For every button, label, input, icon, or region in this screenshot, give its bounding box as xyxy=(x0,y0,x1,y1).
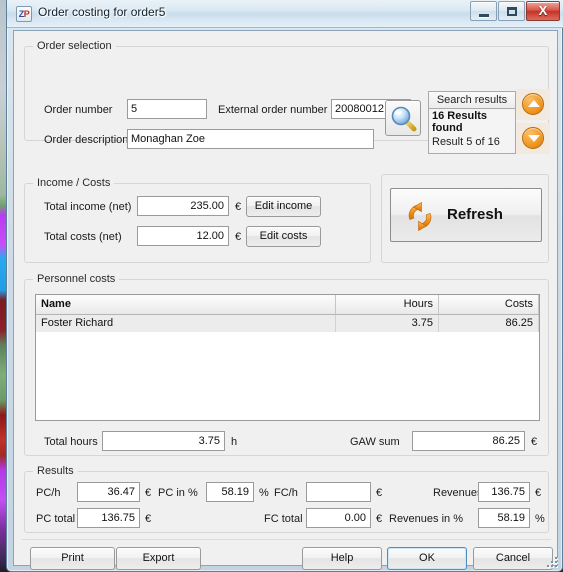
minimize-button[interactable] xyxy=(470,1,497,21)
fc-total-input xyxy=(306,508,371,528)
pc-per-hour-label: PC/h xyxy=(36,487,61,499)
up-triangle xyxy=(528,100,540,107)
total-income-label: Total income (net) xyxy=(44,201,132,213)
income-costs-group: Income / Costs xyxy=(24,177,371,263)
fc-per-hour-unit: € xyxy=(376,487,383,499)
cell-hours: 3.75 xyxy=(336,315,439,332)
edit-costs-button[interactable]: Edit costs xyxy=(246,226,321,247)
total-hours-unit: h xyxy=(231,436,238,448)
column-header-name[interactable]: Name xyxy=(36,295,336,315)
pc-per-hour-unit: € xyxy=(145,487,152,499)
zp-app-icon: ZP xyxy=(16,6,32,22)
resize-grip[interactable] xyxy=(546,556,559,569)
refresh-button[interactable]: Refresh xyxy=(390,188,542,242)
revenues-unit: € xyxy=(535,487,542,499)
pc-percent-input xyxy=(206,482,254,502)
previous-result-button[interactable] xyxy=(516,89,550,120)
pc-percent-label: PC in % xyxy=(158,487,198,499)
total-income-input[interactable] xyxy=(137,196,229,216)
down-triangle xyxy=(528,135,540,142)
table-header-row: Name Hours Costs xyxy=(36,295,539,315)
column-header-hours[interactable]: Hours xyxy=(336,295,439,315)
minimize-icon xyxy=(479,14,489,17)
search-button[interactable] xyxy=(385,100,421,136)
revenues-percent-input xyxy=(478,508,530,528)
refresh-arrows-icon xyxy=(408,201,432,232)
next-result-button[interactable] xyxy=(516,123,550,154)
window-title: Order costing for order5 xyxy=(38,5,166,19)
fc-per-hour-input xyxy=(306,482,371,502)
title-bar[interactable]: ZP Order costing for order5 X xyxy=(7,0,563,28)
order-description-label: Order description xyxy=(44,134,129,146)
pc-percent-unit: % xyxy=(259,487,269,499)
fc-per-hour-label: FC/h xyxy=(274,487,298,499)
total-income-unit: € xyxy=(235,201,242,213)
gaw-sum-label: GAW sum xyxy=(350,436,400,448)
export-button[interactable]: Export xyxy=(116,547,201,570)
edit-income-button[interactable]: Edit income xyxy=(246,196,321,217)
client-area: Order selection Order number External or… xyxy=(13,30,558,570)
footer-divider xyxy=(22,539,551,540)
results-found-count: 16 Results found xyxy=(432,110,488,134)
external-order-number-label: External order number xyxy=(218,104,328,116)
personnel-costs-table[interactable]: Name Hours Costs Foster Richard 3.75 86.… xyxy=(35,294,540,421)
revenues-percent-unit: % xyxy=(535,513,545,525)
refresh-group: Refresh xyxy=(381,174,549,263)
refresh-label: Refresh xyxy=(447,206,503,223)
fc-total-unit: € xyxy=(376,513,383,525)
magnifier-icon xyxy=(391,106,417,132)
help-button[interactable]: Help xyxy=(302,547,382,570)
close-icon: X xyxy=(538,3,548,18)
total-costs-unit: € xyxy=(235,231,242,243)
pc-total-label: PC total xyxy=(36,513,76,525)
results-legend: Results xyxy=(33,465,78,477)
print-button[interactable]: Print xyxy=(30,547,115,570)
gaw-sum-unit: € xyxy=(531,436,538,448)
result-position-text: Result 5 of 16 xyxy=(432,136,500,148)
cell-costs: 86.25 xyxy=(439,315,539,332)
income-costs-legend: Income / Costs xyxy=(33,177,115,189)
pc-total-unit: € xyxy=(145,513,152,525)
table-row[interactable]: Foster Richard 3.75 86.25 xyxy=(36,315,539,332)
fc-total-label: FC total xyxy=(264,513,303,525)
revenues-percent-label: Revenues in % xyxy=(389,513,463,525)
revenues-label: Revenues xyxy=(433,487,483,499)
circle-down-arrow-icon xyxy=(522,127,544,149)
ok-button[interactable]: OK xyxy=(387,547,467,570)
circle-up-arrow-icon xyxy=(522,93,544,115)
total-hours-input xyxy=(102,431,225,451)
app-icon-letter-p: P xyxy=(23,9,30,19)
order-description-input[interactable] xyxy=(127,129,374,149)
personnel-costs-group: Personnel costs Name Hours Costs Foster … xyxy=(24,273,549,456)
order-number-label: Order number xyxy=(44,104,113,116)
cell-name: Foster Richard xyxy=(36,315,336,332)
pc-total-input xyxy=(77,508,140,528)
close-button[interactable]: X xyxy=(526,1,560,21)
search-results-body: 16 Results found Result 5 of 16 xyxy=(428,109,516,154)
search-results-header: Search results xyxy=(428,91,516,109)
total-costs-label: Total costs (net) xyxy=(44,231,122,243)
revenues-input xyxy=(478,482,530,502)
application-window: ZP Order costing for order5 X Order sele… xyxy=(6,0,563,572)
total-hours-label: Total hours xyxy=(44,436,98,448)
gaw-sum-input xyxy=(412,431,525,451)
cancel-button[interactable]: Cancel xyxy=(473,547,553,570)
order-number-input[interactable] xyxy=(127,99,207,119)
personnel-costs-legend: Personnel costs xyxy=(33,273,120,285)
maximize-button[interactable] xyxy=(498,1,525,21)
column-header-costs[interactable]: Costs xyxy=(439,295,539,315)
pc-per-hour-input xyxy=(77,482,140,502)
order-selection-legend: Order selection xyxy=(33,40,116,52)
maximize-icon xyxy=(507,7,517,16)
total-costs-input[interactable] xyxy=(137,226,229,246)
